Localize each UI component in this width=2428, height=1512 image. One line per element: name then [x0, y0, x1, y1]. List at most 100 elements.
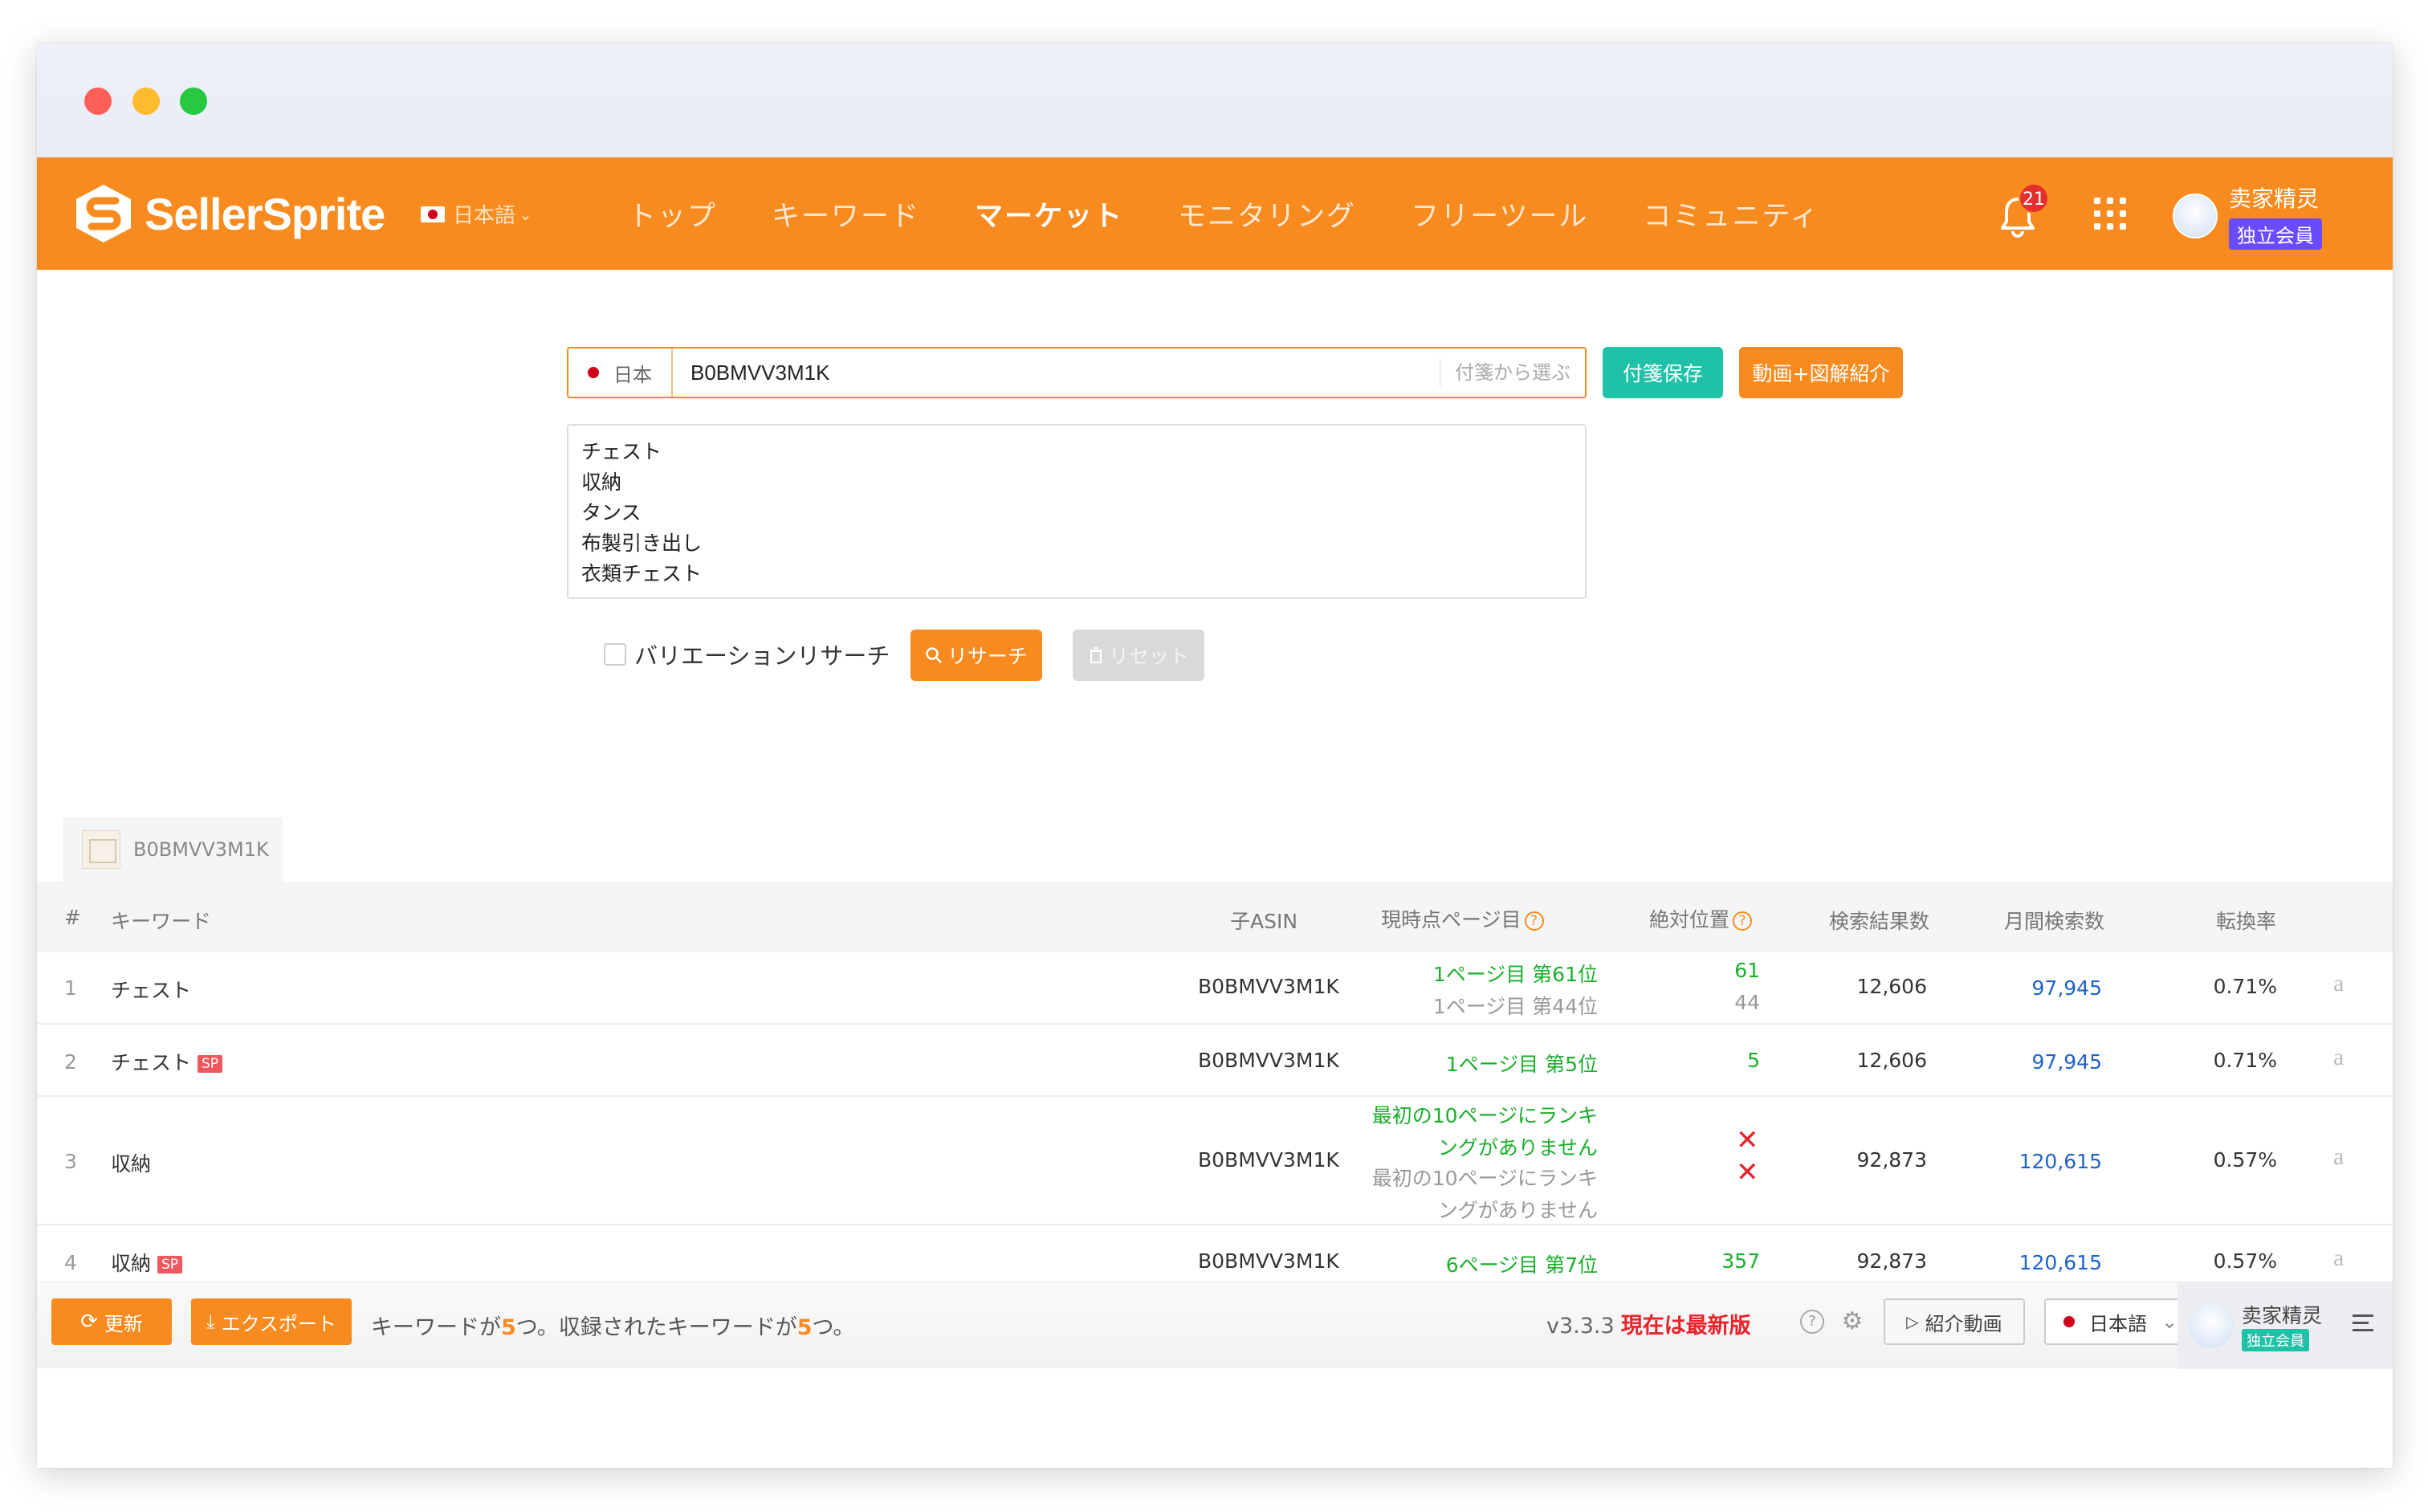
keyword-text: チェスト: [111, 1051, 192, 1074]
variation-research-checkbox[interactable]: [604, 643, 626, 666]
marketplace-selector[interactable]: 日本: [568, 348, 673, 397]
table-header: # キーワード 子ASIN 現時点ページ目? 絶対位置? 検索結果数 月間検索数…: [37, 882, 2393, 952]
child-asin[interactable]: B0BMVV3M1K: [1198, 975, 1339, 998]
not-ranked-icon: ✕: [1736, 1124, 1759, 1156]
previous-page-rank: 最初の10ページにランキ: [1371, 1167, 1598, 1190]
current-page-rank: 6ページ目 第7位: [1445, 1253, 1598, 1277]
summary-text: つ。: [812, 1315, 855, 1340]
search-results-count: 12,606: [1856, 975, 1927, 998]
maximize-window-button[interactable]: [180, 88, 207, 115]
sp-badge: SP: [198, 1055, 223, 1073]
chevron-down-icon: ⌄: [2161, 1310, 2178, 1333]
version-info: v3.3.3 現在は最新版: [1546, 1308, 1751, 1339]
trash-icon: [1089, 647, 1102, 663]
brand-name: SellerSprite: [145, 188, 385, 239]
language-selector[interactable]: 日本語 ⌄: [421, 199, 532, 229]
row-index: 4: [64, 1251, 77, 1274]
variation-research-label: バリエーションリサーチ: [634, 642, 890, 670]
current-page-rank-cont: ングがありません: [1437, 1136, 1598, 1159]
row-index: 2: [64, 1050, 77, 1074]
current-page-rank: 1ページ目 第61位: [1432, 963, 1598, 986]
reset-label: リセット: [1108, 645, 1189, 668]
asin-tab-label: B0BMVV3M1K: [133, 838, 269, 861]
child-asin[interactable]: B0BMVV3M1K: [1198, 1249, 1339, 1273]
footer-language-label: 日本語: [2089, 1312, 2147, 1335]
notification-count-badge: 21: [2019, 183, 2049, 214]
keyword-summary: キーワードが5つ。収録されたキーワードが5つ。: [371, 1310, 854, 1341]
search-icon: [926, 647, 942, 663]
avatar: [2189, 1303, 2234, 1348]
asin-result-tab[interactable]: B0BMVV3M1K: [63, 817, 283, 882]
amazon-icon[interactable]: a: [2333, 1143, 2344, 1171]
video-guide-button[interactable]: 動画+図解紹介: [1739, 347, 1903, 398]
update-label: 更新: [104, 1312, 143, 1335]
menu-item-market[interactable]: マーケット: [975, 194, 1123, 234]
menu-icon[interactable]: [2353, 1314, 2373, 1336]
amazon-icon[interactable]: a: [2333, 1044, 2344, 1071]
menu-item-free-tools[interactable]: フリーツール: [1411, 194, 1588, 234]
search-results-count: 12,606: [1856, 1049, 1927, 1072]
footer-membership-badge: 独立会員: [2242, 1329, 2309, 1351]
export-button[interactable]: ⤓ エクスポート: [191, 1298, 352, 1345]
monthly-searches-link[interactable]: 120,615: [2019, 1251, 2102, 1274]
monthly-searches-link[interactable]: 120,615: [2019, 1150, 2102, 1173]
keyword-link[interactable]: チェスト SP: [111, 1047, 223, 1076]
browser-window: SellerSprite 日本語 ⌄ トップ キーワード マーケット モニタリン…: [37, 43, 2393, 1468]
keywords-textarea[interactable]: チェスト 収納 タンス 布製引き出し 衣類チェスト: [567, 424, 1587, 599]
summary-text: キーワードが: [371, 1315, 501, 1340]
keyword-link[interactable]: 収納 SP: [111, 1248, 183, 1277]
menu-item-top[interactable]: トップ: [628, 194, 717, 234]
sellersprite-logo[interactable]: SellerSprite: [74, 183, 385, 244]
col-child-asin: 子ASIN: [1230, 910, 1298, 933]
close-window-button[interactable]: [84, 88, 112, 115]
recorded-keyword-count: 5: [796, 1315, 813, 1340]
top-navbar: SellerSprite 日本語 ⌄ トップ キーワード マーケット モニタリン…: [37, 157, 2393, 270]
japan-flag-icon: [421, 206, 445, 222]
col-absolute-position-label: 絶対位置: [1649, 908, 1730, 931]
amazon-icon[interactable]: a: [2333, 970, 2344, 997]
menu-item-community[interactable]: コミュニティ: [1643, 194, 1819, 234]
refresh-icon: ⟳: [80, 1310, 98, 1334]
child-asin[interactable]: B0BMVV3M1K: [1198, 1148, 1339, 1172]
asin-input[interactable]: [673, 360, 1440, 385]
table-row[interactable]: 3 収納 B0BMVV3M1K 最初の10ページにランキ ングがありません 最初…: [37, 1097, 2393, 1225]
apps-grid-icon[interactable]: [2094, 198, 2126, 230]
download-icon: ⤓: [206, 1310, 215, 1333]
language-label: 日本語: [453, 204, 516, 228]
version-number: v3.3.3: [1546, 1314, 1615, 1339]
update-button[interactable]: ⟳ 更新: [51, 1298, 172, 1345]
help-icon[interactable]: ?: [1524, 911, 1544, 931]
keyword-link[interactable]: チェスト: [111, 975, 191, 1004]
footer-language-select[interactable]: 日本語 ⌄: [2044, 1298, 2192, 1345]
intro-video-button[interactable]: ▷ 紹介動画: [1884, 1298, 2025, 1345]
reset-button[interactable]: リセット: [1073, 630, 1204, 681]
menu-item-keyword[interactable]: キーワード: [772, 194, 920, 234]
col-monthly-searches: 月間検索数: [2004, 910, 2105, 933]
help-icon[interactable]: ?: [1800, 1310, 1824, 1334]
keyword-link[interactable]: 収納: [111, 1148, 151, 1177]
table-row[interactable]: 2 チェスト SP B0BMVV3M1K 1ページ目 第5位 5 12,606 9…: [37, 1025, 2393, 1097]
previous-absolute-position: 44: [1734, 991, 1760, 1014]
search-results-count: 92,873: [1856, 1148, 1927, 1172]
keyword-count: 5: [501, 1315, 516, 1340]
export-label: エクスポート: [221, 1312, 336, 1335]
minimize-window-button[interactable]: [132, 88, 160, 115]
help-icon[interactable]: ?: [1733, 911, 1753, 931]
table-row[interactable]: 1 チェスト B0BMVV3M1K 1ページ目 第61位 1ページ目 第44位 …: [37, 952, 2393, 1025]
research-button[interactable]: リサーチ: [910, 630, 1042, 681]
marketplace-label: 日本: [613, 363, 652, 386]
col-search-results: 検索結果数: [1829, 910, 1930, 933]
col-conversion: 転換率: [2216, 910, 2277, 933]
previous-page-rank: 1ページ目 第44位: [1432, 995, 1598, 1018]
monthly-searches-link[interactable]: 97,945: [2032, 1050, 2102, 1074]
amazon-icon[interactable]: a: [2333, 1245, 2344, 1272]
variation-research-option[interactable]: バリエーションリサーチ: [604, 638, 890, 671]
monthly-searches-link[interactable]: 97,945: [2032, 976, 2102, 1000]
menu-item-monitoring[interactable]: モニタリング: [1178, 194, 1356, 234]
choose-from-tags-link[interactable]: 付箋から選ぶ: [1440, 358, 1585, 387]
save-tag-button[interactable]: 付箋保存: [1603, 347, 1723, 398]
gear-icon[interactable]: ⚙: [1840, 1310, 1864, 1334]
keyword-text: 収納: [111, 1252, 152, 1275]
user-menu[interactable]: 卖家精灵 独立会員: [2173, 181, 2322, 250]
child-asin[interactable]: B0BMVV3M1K: [1198, 1049, 1339, 1072]
